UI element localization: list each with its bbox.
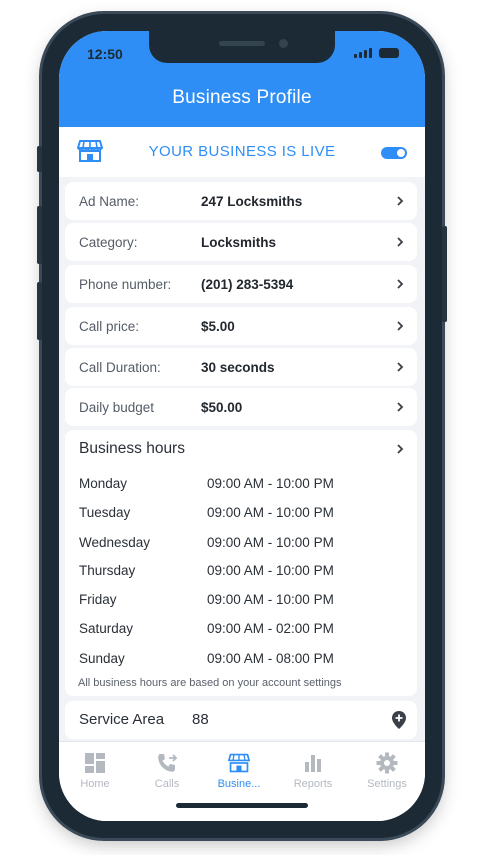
volume-up-button xyxy=(37,206,42,264)
bar-chart-icon xyxy=(305,755,321,772)
detail-label: Ad Name: xyxy=(79,193,140,209)
detail-value: $5.00 xyxy=(201,318,235,334)
camera xyxy=(279,39,288,48)
day-name: Sunday xyxy=(79,651,125,666)
add-location-icon[interactable] xyxy=(391,710,407,730)
live-banner: YOUR BUSINESS IS LIVE xyxy=(59,127,425,177)
detail-value: Locksmiths xyxy=(201,234,277,250)
home-indicator xyxy=(176,803,308,808)
detail-label: Daily budget xyxy=(79,399,155,415)
phone-forward-icon xyxy=(158,754,178,772)
notch xyxy=(149,31,335,63)
detail-row-daily-budget[interactable]: Daily budget $50.00 xyxy=(65,388,417,426)
day-name: Tuesday xyxy=(79,505,131,520)
detail-value: 30 seconds xyxy=(201,359,275,375)
store-icon xyxy=(228,753,250,773)
detail-label: Call Duration: xyxy=(79,359,161,375)
business-hours-note: All business hours are based on your acc… xyxy=(78,677,342,689)
detail-label: Phone number: xyxy=(79,276,172,292)
chevron-right-icon xyxy=(397,196,404,206)
detail-value: (201) 283-5394 xyxy=(201,276,294,292)
speaker xyxy=(219,41,265,46)
day-hours: 09:00 AM - 02:00 PM xyxy=(207,621,334,636)
detail-label: Call price: xyxy=(79,318,140,334)
battery-icon xyxy=(379,48,399,58)
home-grid-icon xyxy=(85,753,105,773)
chevron-right-icon xyxy=(397,444,404,454)
detail-row-category[interactable]: Category: Locksmiths xyxy=(65,223,417,261)
detail-label: Category: xyxy=(79,234,138,250)
day-name: Wednesday xyxy=(79,535,151,550)
tab-label: Busine... xyxy=(217,778,261,790)
bottom-tab-bar: Home Calls Busine... Reports Settings xyxy=(59,741,425,821)
live-status-text: YOUR BUSINESS IS LIVE xyxy=(148,143,336,160)
chevron-right-icon xyxy=(397,362,404,372)
service-area-label: Service Area xyxy=(79,711,165,728)
day-hours: 09:00 AM - 10:00 PM xyxy=(207,476,334,491)
tab-label: Settings xyxy=(367,778,407,790)
live-toggle[interactable] xyxy=(381,147,407,159)
app-header: 12:50 Business Profile xyxy=(59,31,425,127)
detail-row-ad-name[interactable]: Ad Name: 247 Locksmiths xyxy=(65,182,417,220)
tab-reports[interactable]: Reports xyxy=(277,752,349,790)
tab-home[interactable]: Home xyxy=(59,752,131,790)
detail-row-call-price[interactable]: Call price: $5.00 xyxy=(65,307,417,345)
service-area-row[interactable]: Service Area 88 xyxy=(65,701,417,739)
chevron-right-icon xyxy=(397,237,404,247)
detail-row-call-duration[interactable]: Call Duration: 30 seconds xyxy=(65,348,417,386)
day-hours: 09:00 AM - 10:00 PM xyxy=(207,505,334,520)
day-hours: 09:00 AM - 10:00 PM xyxy=(207,592,334,607)
tab-business[interactable]: Busine... xyxy=(203,752,275,790)
day-name: Friday xyxy=(79,592,117,607)
day-name: Monday xyxy=(79,476,128,491)
chevron-right-icon xyxy=(397,402,404,412)
day-name: Thursday xyxy=(79,563,136,578)
business-hours-card[interactable]: Business hours Monday 09:00 AM - 10:00 P… xyxy=(65,430,417,696)
business-hours-title: Business hours xyxy=(79,440,185,457)
detail-value: 247 Locksmiths xyxy=(201,193,303,209)
tab-calls[interactable]: Calls xyxy=(131,752,203,790)
status-time: 12:50 xyxy=(87,46,123,62)
signal-icon xyxy=(354,48,372,58)
page-title: Business Profile xyxy=(172,87,312,108)
tab-label: Calls xyxy=(154,778,180,790)
volume-down-button xyxy=(37,282,42,340)
tab-label: Reports xyxy=(293,778,333,790)
tab-settings[interactable]: Settings xyxy=(351,752,423,790)
silent-switch xyxy=(37,146,42,172)
service-area-count: 88 xyxy=(192,711,209,728)
day-hours: 09:00 AM - 08:00 PM xyxy=(207,651,334,666)
gear-icon xyxy=(376,752,398,774)
day-name: Saturday xyxy=(79,621,134,636)
power-button xyxy=(442,226,447,322)
status-icons xyxy=(354,48,399,58)
day-hours: 09:00 AM - 10:00 PM xyxy=(207,563,334,578)
detail-value: $50.00 xyxy=(201,399,243,415)
chevron-right-icon xyxy=(397,279,404,289)
detail-row-phone-number[interactable]: Phone number: (201) 283-5394 xyxy=(65,265,417,303)
chevron-right-icon xyxy=(397,321,404,331)
phone-screen: 12:50 Business Profile YOUR BUSINESS IS … xyxy=(59,31,425,821)
tab-label: Home xyxy=(80,778,110,790)
day-hours: 09:00 AM - 10:00 PM xyxy=(207,535,334,550)
